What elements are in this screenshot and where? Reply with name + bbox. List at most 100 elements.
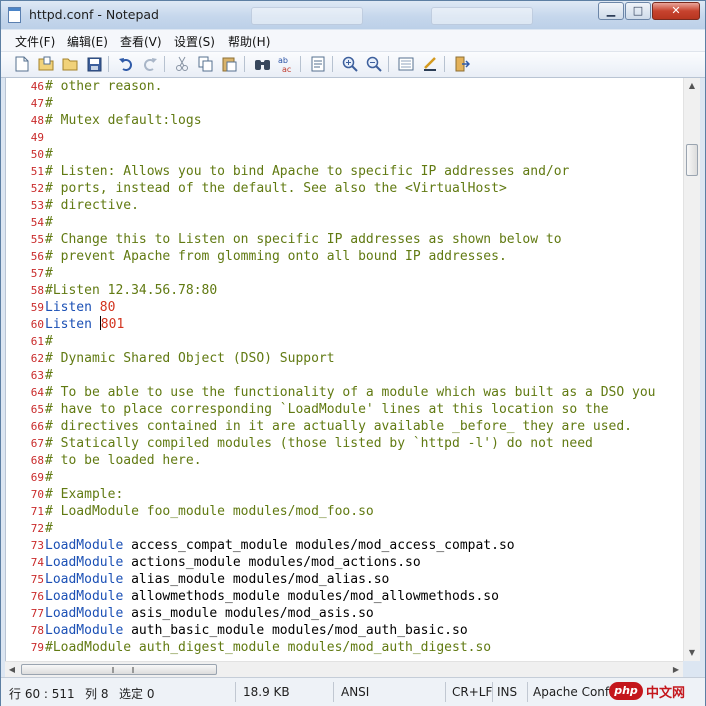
toolbar-separator <box>332 56 333 72</box>
line-number: 69 <box>30 471 44 484</box>
menu-help[interactable]: 帮助(H) <box>228 33 270 50</box>
line-content: # <box>45 367 53 384</box>
line-content: # <box>45 146 53 163</box>
line-content: # have to place corresponding `LoadModul… <box>45 401 609 418</box>
svg-text:ab: ab <box>278 56 288 65</box>
open-file-icon[interactable] <box>37 55 55 73</box>
menu-view[interactable]: 查看(V) <box>120 33 162 50</box>
site-watermark: php 中文网 <box>609 679 703 703</box>
syntax-mode: Apache Config <box>533 685 621 699</box>
line-content: LoadModule asis_module modules/mod_asis.… <box>45 605 374 622</box>
code-token: # To be able to use the functionality of… <box>45 385 656 400</box>
code-token: # <box>45 521 53 536</box>
background-window-tab <box>251 7 363 25</box>
open-folder-icon[interactable] <box>61 55 79 73</box>
line-content: # <box>45 214 53 231</box>
toolbar-separator <box>388 56 389 72</box>
scroll-left-icon[interactable]: ◀ <box>5 662 19 678</box>
line-number: 64 <box>30 386 44 399</box>
menu-edit[interactable]: 编辑(E) <box>67 33 108 50</box>
code-token: LoadModule <box>45 623 132 638</box>
column-indicator: 列 8 <box>85 687 109 701</box>
line-content: # <box>45 520 53 537</box>
code-token: access_compat_module modules/mod_access_… <box>131 538 515 553</box>
code-token: # directives contained in it are actuall… <box>45 419 632 434</box>
line-number: 63 <box>30 369 44 382</box>
exit-icon[interactable] <box>453 55 471 73</box>
line-number: 50 <box>30 148 44 161</box>
title-bar[interactable]: httpd.conf - Notepad ▁ □ ✕ <box>1 1 705 29</box>
line-content: # Mutex default:logs <box>45 112 202 129</box>
undo-icon[interactable] <box>117 55 135 73</box>
code-token: # <box>45 470 53 485</box>
line-number: 46 <box>30 80 44 93</box>
line-content: LoadModule auth_basic_module modules/mod… <box>45 622 468 639</box>
scroll-up-icon[interactable]: ▲ <box>684 78 700 94</box>
line-number: 62 <box>30 352 44 365</box>
copy-icon[interactable] <box>197 55 215 73</box>
scroll-down-icon[interactable]: ▼ <box>684 645 700 661</box>
horizontal-scrollbar[interactable]: ◀ ▶ <box>5 661 683 677</box>
code-token: # <box>45 266 53 281</box>
line-number: 51 <box>30 165 44 178</box>
line-content: #LoadModule auth_digest_module modules/m… <box>45 639 491 656</box>
new-file-icon[interactable] <box>13 55 31 73</box>
minimize-button[interactable]: ▁ <box>598 2 624 20</box>
toolbar-separator <box>108 56 109 72</box>
line-number: 77 <box>30 607 44 620</box>
toolbar-separator <box>244 56 245 72</box>
line-content: # to be loaded here. <box>45 452 202 469</box>
paste-icon[interactable] <box>221 55 239 73</box>
page-icon[interactable] <box>309 55 327 73</box>
line-content: LoadModule alias_module modules/mod_alia… <box>45 571 389 588</box>
toolbar-separator <box>300 56 301 72</box>
view-icon[interactable] <box>397 55 415 73</box>
line-number: 68 <box>30 454 44 467</box>
vertical-scrollbar[interactable]: ▲ ▼ <box>683 78 700 661</box>
line-number: 67 <box>30 437 44 450</box>
maximize-button[interactable]: □ <box>625 2 651 20</box>
code-token: # to be loaded here. <box>45 453 202 468</box>
line-content: LoadModule actions_module modules/mod_ac… <box>45 554 421 571</box>
code-token: auth_basic_module modules/mod_auth_basic… <box>131 623 468 638</box>
file-size: 18.9 KB <box>243 685 290 699</box>
line-number: 58 <box>30 284 44 297</box>
status-bar: 行 60 : 511 列 8 选定 0 18.9 KB ANSI CR+LF I… <box>1 677 705 706</box>
cut-icon[interactable] <box>173 55 191 73</box>
zoom-out-icon[interactable] <box>365 55 383 73</box>
code-token: # <box>45 96 53 111</box>
scroll-right-icon[interactable]: ▶ <box>669 662 683 678</box>
text-editor[interactable]: 46 # other reason. 47 #48 # Mutex default:lo… <box>5 78 684 661</box>
close-button[interactable]: ✕ <box>652 2 700 20</box>
line-number: 47 <box>30 97 44 110</box>
line-number: 66 <box>30 420 44 433</box>
menu-settings[interactable]: 设置(S) <box>174 33 215 50</box>
edit-check-icon[interactable] <box>421 55 439 73</box>
menu-file[interactable]: 文件(F) <box>15 33 55 50</box>
code-token: 80 <box>99 300 116 315</box>
zoom-in-icon[interactable] <box>341 55 359 73</box>
vertical-scroll-thumb[interactable] <box>686 144 698 176</box>
line-number: 54 <box>30 216 44 229</box>
find-icon[interactable] <box>253 55 271 73</box>
redo-icon[interactable] <box>141 55 159 73</box>
line-content: # <box>45 265 53 282</box>
code-token: # Change this to Listen on specific IP a… <box>45 232 562 247</box>
svg-text:ac: ac <box>282 65 291 73</box>
cursor-position: 行 60 : 511 <box>9 687 75 701</box>
line-number: 55 <box>30 233 44 246</box>
line-content: Listen 801 <box>45 316 124 333</box>
line-content: # <box>45 95 53 112</box>
window-title: httpd.conf - Notepad <box>29 7 159 22</box>
code-token: Listen <box>45 317 100 332</box>
line-content: # directive. <box>45 197 139 214</box>
code-token: # <box>45 368 53 383</box>
line-number: 59 <box>30 301 44 314</box>
line-number: 57 <box>30 267 44 280</box>
code-token: #LoadModule auth_digest_module modules/m… <box>45 640 492 655</box>
watermark-text: 中文网 <box>646 685 686 701</box>
replace-icon[interactable]: ab ac <box>277 55 295 73</box>
save-icon[interactable] <box>85 55 103 73</box>
horizontal-scroll-thumb[interactable] <box>21 664 217 675</box>
code-token: # <box>45 215 53 230</box>
